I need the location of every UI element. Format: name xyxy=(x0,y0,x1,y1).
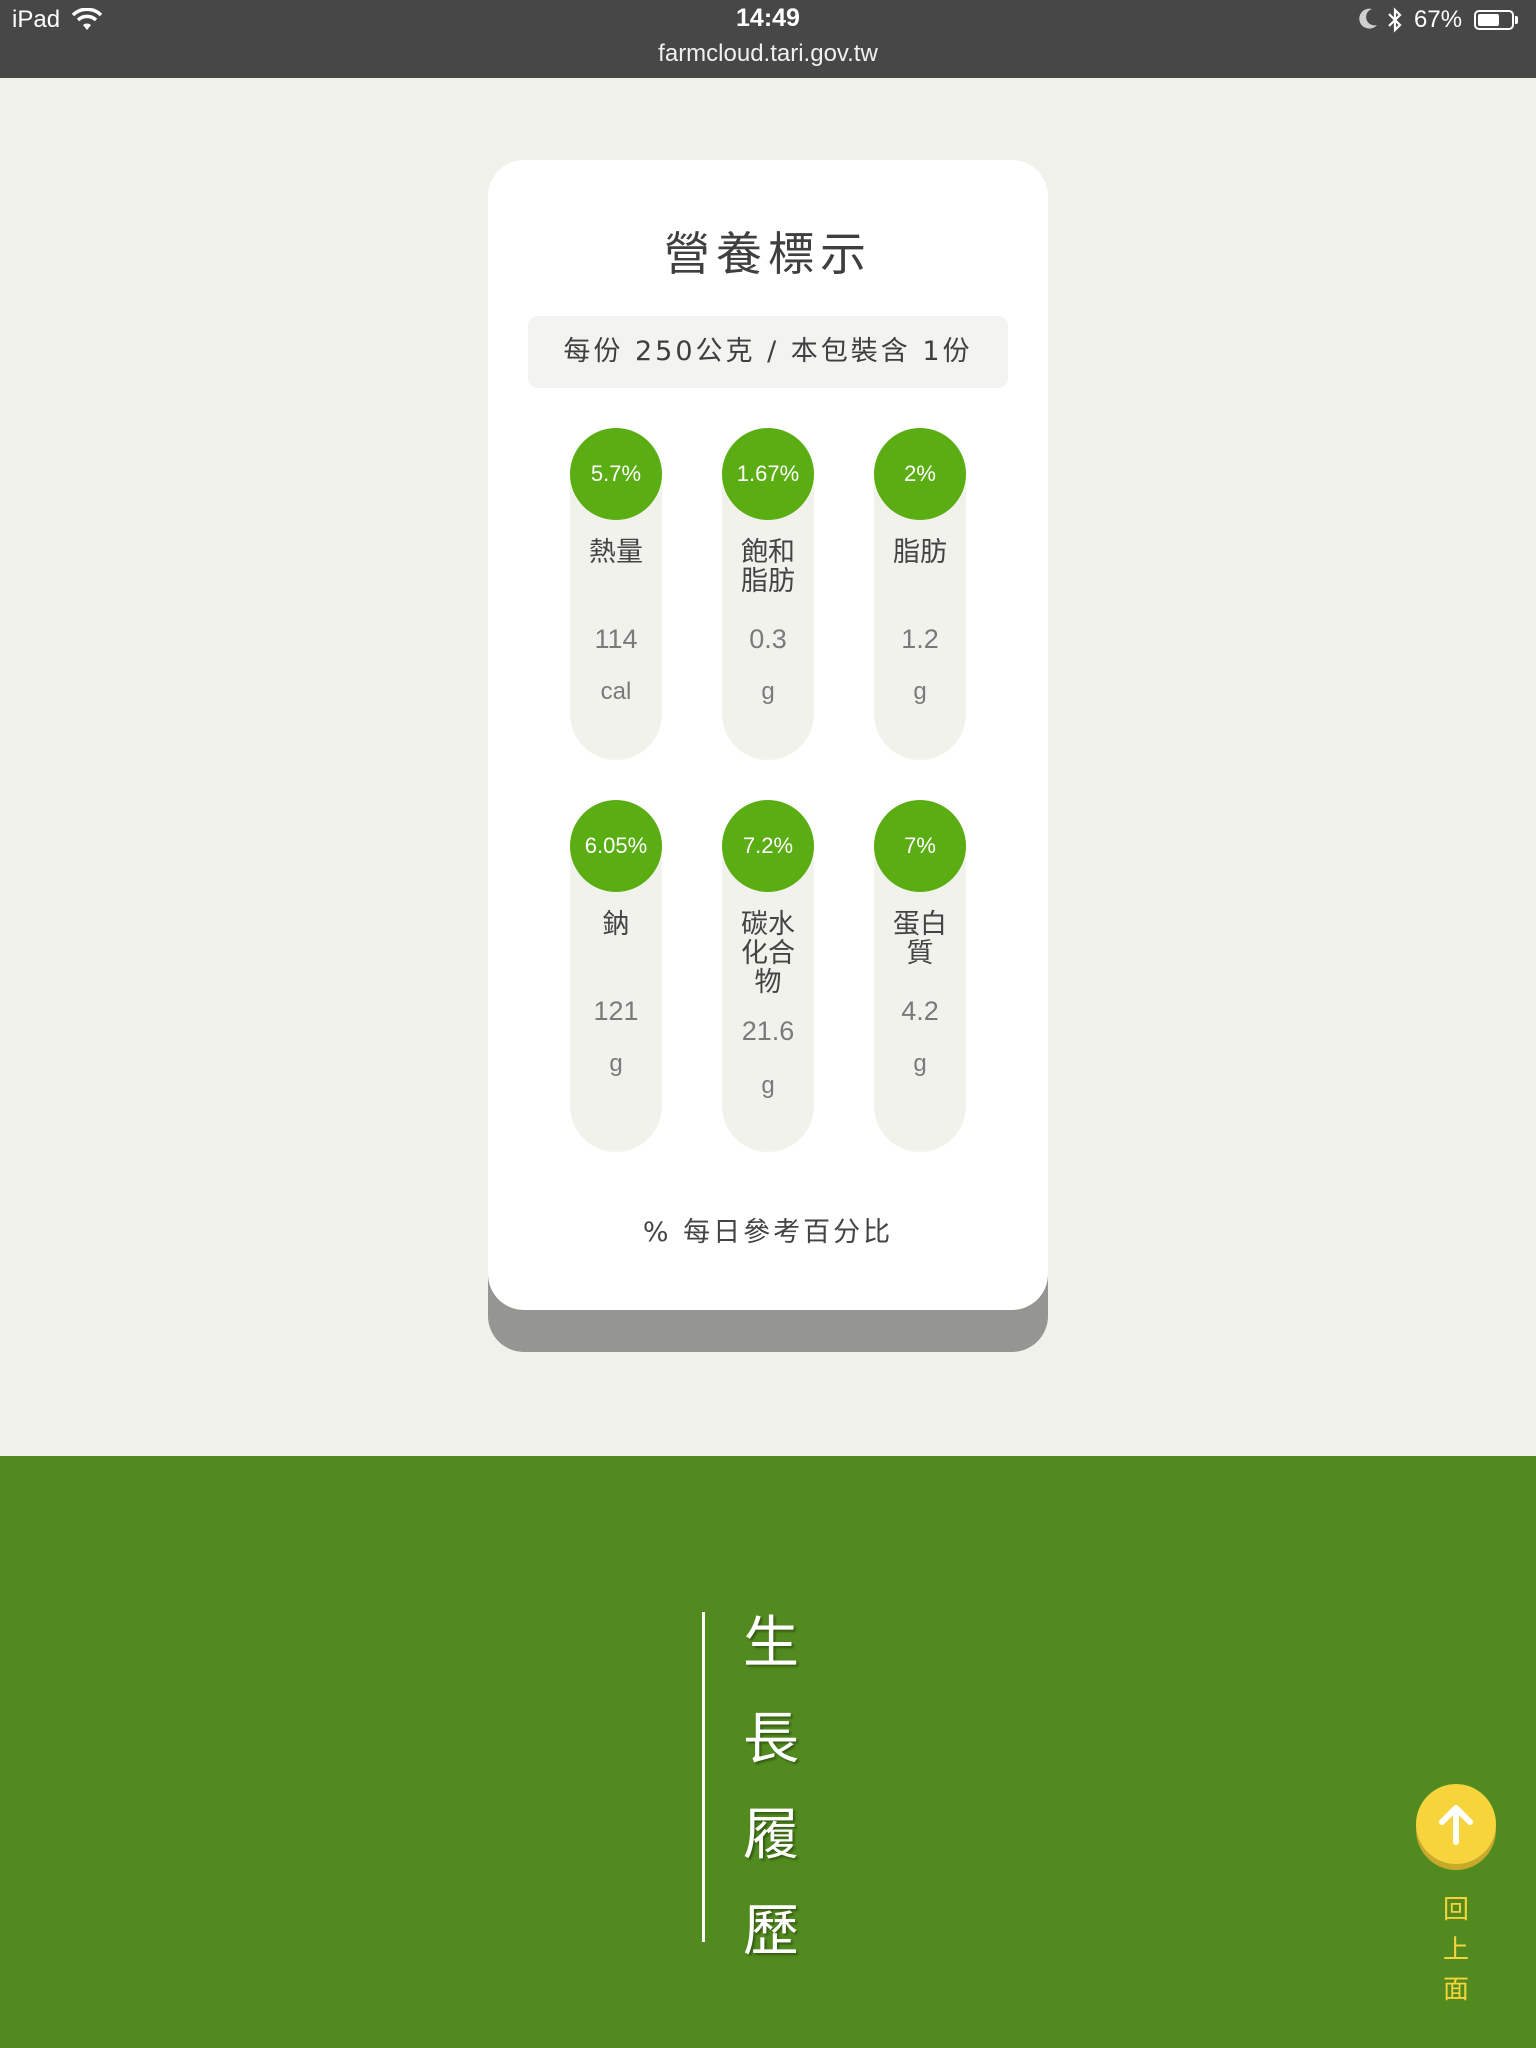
nutrient-unit: g xyxy=(913,678,927,705)
nutrient-name: 蛋白質 xyxy=(893,909,947,969)
footnote: % 每日參考百分比 xyxy=(642,1217,894,1248)
nutrient-carbohydrate: 7.2% 碳水化合物 21.6 g xyxy=(722,800,814,1152)
nutrient-unit: g xyxy=(761,1072,775,1099)
title-char: 歷 xyxy=(743,1899,799,1964)
battery-percent: 67% xyxy=(1414,6,1463,33)
nutrient-name: 脂肪 xyxy=(893,537,947,568)
nutrition-card: 營養標示 每份 250公克 / 本包裝含 1份 5.7% 熱量 114 cal … xyxy=(488,160,1048,1310)
section-title: 生 長 履 歷 xyxy=(736,1596,806,1980)
nutrient-unit: g xyxy=(609,1050,623,1077)
label-char: 回 xyxy=(1442,1895,1469,1925)
moon-icon xyxy=(1359,8,1377,29)
nutrient-unit: cal xyxy=(600,678,632,705)
nutrient-sodium: 6.05% 鈉 121 g xyxy=(570,800,662,1152)
nutrient-unit: g xyxy=(913,1050,927,1077)
nutrient-name: 飽和脂肪 xyxy=(741,537,795,597)
arrow-up-icon xyxy=(1439,1805,1473,1845)
pct-badge: 7.2% xyxy=(722,800,814,892)
nutrient-name: 碳水化合物 xyxy=(741,909,795,998)
nutrient-value: 4.2 xyxy=(901,996,939,1026)
nutrient-value: 0.3 xyxy=(749,624,787,654)
nutrient-value: 114 xyxy=(594,624,638,654)
title-char: 長 xyxy=(743,1707,799,1772)
nutrient-protein: 7% 蛋白質 4.2 g xyxy=(874,800,966,1152)
card-title: 營養標示 xyxy=(664,227,872,281)
pct-badge: 7% xyxy=(874,800,966,892)
nutrient-value: 1.2 xyxy=(901,624,939,654)
bluetooth-icon xyxy=(1388,7,1402,33)
pct-badge: 2% xyxy=(874,428,966,520)
battery-fill xyxy=(1478,14,1500,26)
pct-badge: 5.7% xyxy=(570,428,662,520)
back-to-top-button[interactable] xyxy=(1416,1784,1496,1864)
growth-section: 生 長 履 歷 xyxy=(0,1456,1536,2048)
nutrient-unit: g xyxy=(761,678,775,705)
back-to-top-label[interactable]: 回 上 面 xyxy=(1436,1890,1476,2010)
label-char: 上 xyxy=(1442,1935,1469,1965)
status-bar: iPad 14:49 farmcloud.tari.gov.tw 67% xyxy=(0,0,1536,78)
pct-badge: 6.05% xyxy=(570,800,662,892)
serving-info: 每份 250公克 / 本包裝含 1份 xyxy=(528,316,1008,388)
nutrient-fat: 2% 脂肪 1.2 g xyxy=(874,428,966,760)
battery-icon xyxy=(1474,10,1514,30)
title-char: 履 xyxy=(743,1803,799,1868)
nutrient-saturated-fat: 1.67% 飽和脂肪 0.3 g xyxy=(722,428,814,760)
nutrient-name: 鈉 xyxy=(602,909,630,940)
nutrient-value: 121 xyxy=(593,996,639,1026)
nutrient-name: 熱量 xyxy=(589,537,643,568)
pct-badge: 1.67% xyxy=(722,428,814,520)
label-char: 面 xyxy=(1442,1975,1469,2005)
url-bar[interactable]: farmcloud.tari.gov.tw xyxy=(0,40,1536,68)
nutrient-calories: 5.7% 熱量 114 cal xyxy=(570,428,662,760)
vertical-divider xyxy=(702,1612,705,1942)
battery-tip xyxy=(1515,16,1518,24)
title-char: 生 xyxy=(743,1611,799,1676)
nutrient-value: 21.6 xyxy=(741,1016,795,1046)
clock: 14:49 xyxy=(736,4,800,32)
